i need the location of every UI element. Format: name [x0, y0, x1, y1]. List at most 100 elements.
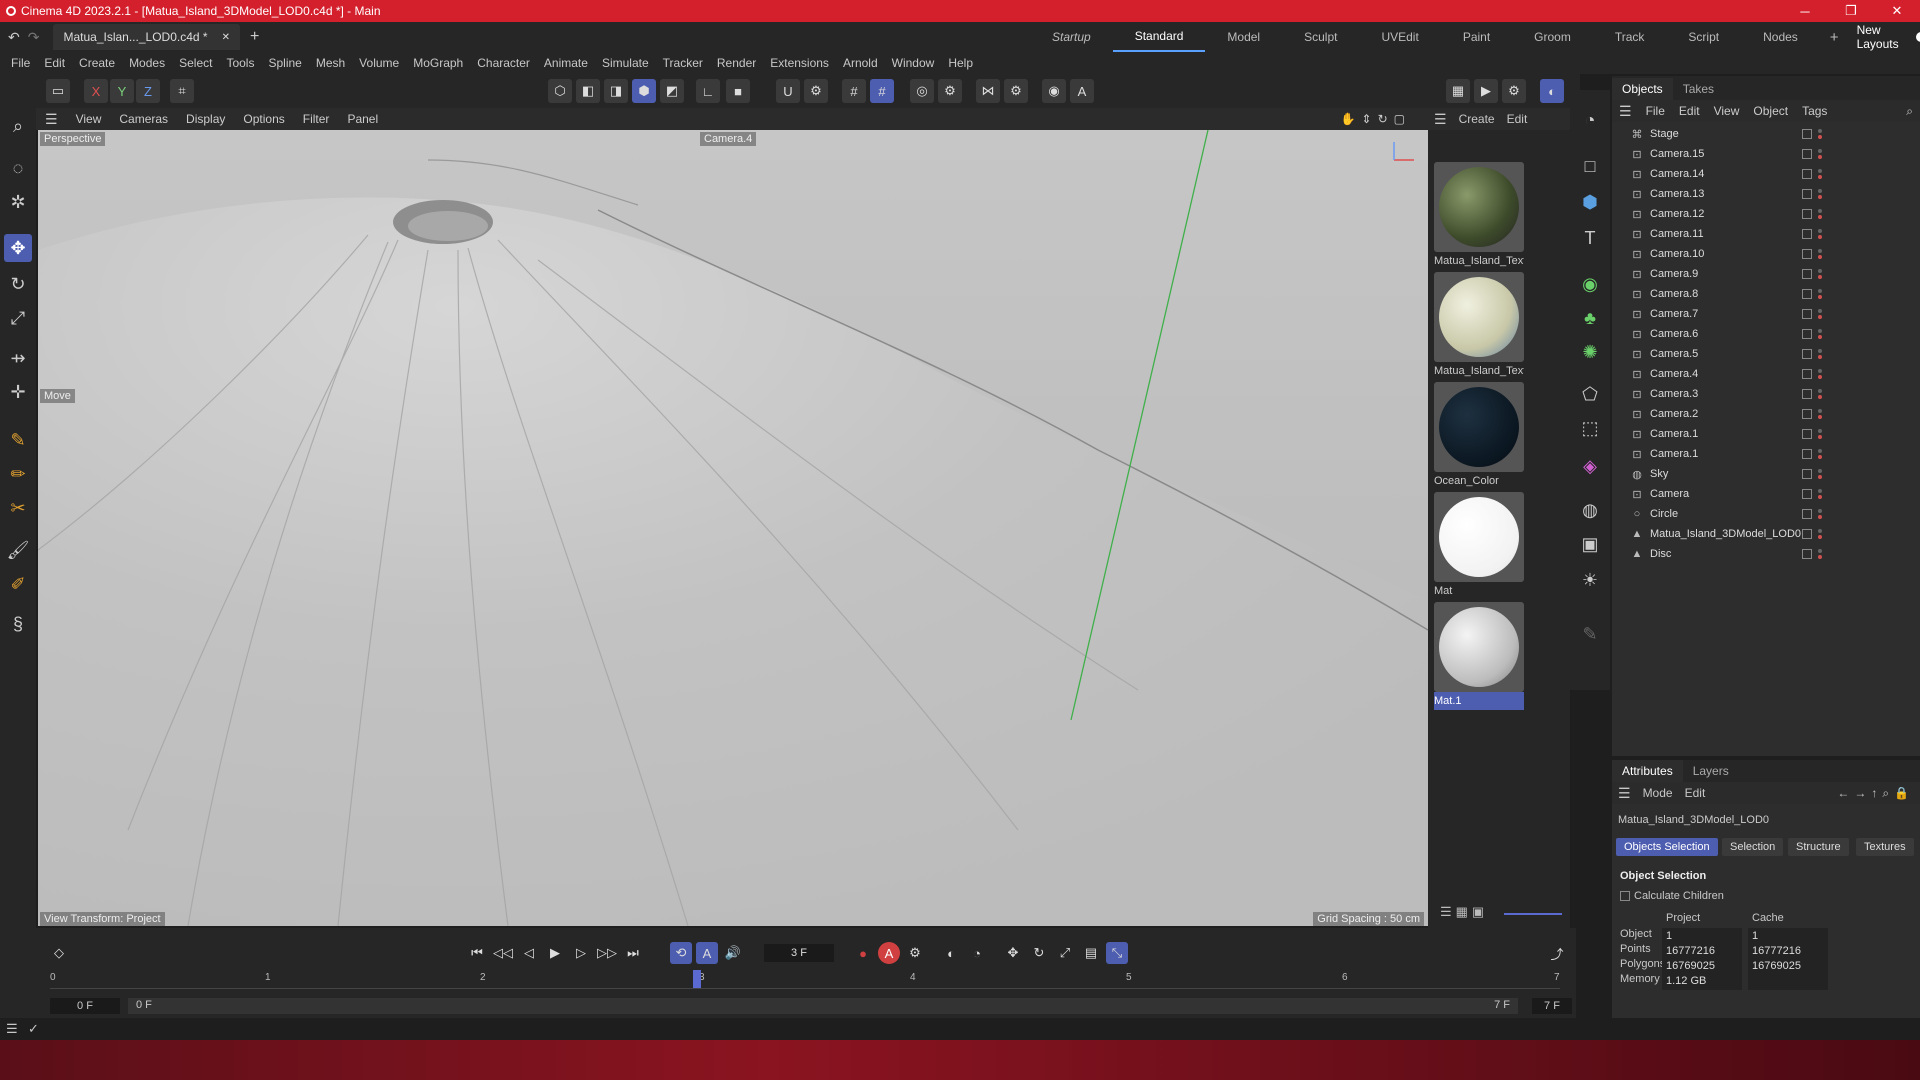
visibility-dots[interactable] [1818, 349, 1822, 359]
layer-checkbox[interactable] [1802, 209, 1812, 219]
render-picture-viewer-icon[interactable]: ▶ [1474, 79, 1498, 103]
brush-icon[interactable]: 🖌 [4, 536, 32, 564]
arnold-icon[interactable]: A [1070, 79, 1094, 103]
layout-tab-track[interactable]: Track [1593, 22, 1667, 52]
material-menu-icon[interactable]: ☰ [1428, 111, 1453, 128]
record-icon[interactable]: ● [852, 942, 874, 964]
viewport-camera-label[interactable]: Camera.4 [700, 132, 757, 146]
visibility-dots[interactable] [1818, 289, 1822, 299]
render-view-icon[interactable]: ▦ [1446, 79, 1470, 103]
axis-z-button[interactable]: Z [136, 79, 160, 103]
layer-checkbox[interactable] [1802, 169, 1812, 179]
knife-icon[interactable]: ✂ [4, 494, 32, 522]
material-menu-create[interactable]: Create [1453, 112, 1501, 126]
go-to-end-icon[interactable]: ⏭ [622, 942, 644, 964]
layout-tab-uvedit[interactable]: UVEdit [1359, 22, 1440, 52]
grid-icon[interactable]: # [842, 79, 866, 103]
menu-mograph[interactable]: MoGraph [406, 56, 470, 70]
coordinate-system-icon[interactable]: ⌗ [170, 79, 194, 103]
visibility-dots[interactable] [1818, 469, 1822, 479]
move-icon[interactable]: ✥ [4, 234, 32, 262]
object-row[interactable]: ⊡ Camera.15 [1612, 144, 1920, 164]
menu-extensions[interactable]: Extensions [763, 56, 836, 70]
object-row[interactable]: ⊡ Camera.8 [1612, 284, 1920, 304]
live-select-icon[interactable]: ✲ [4, 188, 32, 216]
viewport-menu-filter[interactable]: Filter [294, 112, 339, 126]
layer-checkbox[interactable] [1802, 469, 1812, 479]
layer-checkbox[interactable] [1802, 349, 1812, 359]
attribute-menu-edit[interactable]: Edit [1679, 786, 1712, 800]
position-key-icon[interactable]: ✥ [1002, 942, 1024, 964]
object-flags[interactable] [1802, 149, 1822, 159]
viewport-menu-options[interactable]: Options [234, 112, 293, 126]
object-row[interactable]: ⊡ Camera.3 [1612, 384, 1920, 404]
render-region-icon[interactable]: ◎ [910, 79, 934, 103]
prev-key-icon[interactable]: ◁◁ [492, 942, 514, 964]
visibility-dots[interactable] [1818, 309, 1822, 319]
object-flags[interactable] [1802, 389, 1822, 399]
layer-checkbox[interactable] [1802, 309, 1812, 319]
visibility-dots[interactable] [1818, 449, 1822, 459]
motion-record-icon[interactable]: ◔ [966, 942, 988, 964]
material-item[interactable]: Matua_Island_Text [1434, 272, 1524, 380]
end-frame-field[interactable]: 7 F [1532, 998, 1572, 1014]
object-row[interactable]: ⊡ Camera.1 [1612, 444, 1920, 464]
menu-select[interactable]: Select [172, 56, 219, 70]
key-settings-icon[interactable]: ⚙ [904, 942, 926, 964]
layer-checkbox[interactable] [1802, 549, 1812, 559]
undo-icon[interactable]: ↶ [8, 29, 20, 46]
visibility-dots[interactable] [1818, 149, 1822, 159]
viewport[interactable]: Perspective Camera.4 Move View Transform… [38, 130, 1428, 926]
workplane-icon[interactable]: ∟ [696, 79, 720, 103]
spline-sketch-icon[interactable]: ✏ [4, 460, 32, 488]
effector-icon[interactable]: ✺ [1576, 338, 1604, 366]
object-row[interactable]: ⊡ Camera.11 [1612, 224, 1920, 244]
menu-modes[interactable]: Modes [122, 56, 172, 70]
points-mode-icon[interactable]: ⬡ [548, 79, 572, 103]
paint-icon[interactable]: ✐ [4, 570, 32, 598]
layer-checkbox[interactable] [1802, 449, 1812, 459]
redo-icon[interactable]: ↷ [28, 29, 40, 46]
visibility-dots[interactable] [1818, 189, 1822, 199]
menu-mesh[interactable]: Mesh [309, 56, 352, 70]
material-item[interactable]: Mat.1 [1434, 602, 1524, 710]
sound-icon[interactable]: 🔊 [722, 942, 744, 964]
layer-checkbox[interactable] [1802, 269, 1812, 279]
search-icon[interactable]: ⌕ [4, 112, 32, 140]
object-row[interactable]: ⊡ Camera.9 [1612, 264, 1920, 284]
object-flags[interactable] [1802, 369, 1822, 379]
object-flags[interactable] [1802, 169, 1822, 179]
object-flags[interactable] [1802, 129, 1822, 139]
axis-y-button[interactable]: Y [110, 79, 134, 103]
layer-checkbox[interactable] [1802, 369, 1812, 379]
menu-create[interactable]: Create [72, 56, 122, 70]
object-row[interactable]: ⊡ Camera.4 [1612, 364, 1920, 384]
range-bar[interactable]: 0 F 7 F [128, 998, 1518, 1014]
object-menu-icon[interactable]: ☰ [1612, 103, 1639, 120]
render-settings-panel-icon[interactable]: ⚙ [1502, 79, 1526, 103]
layer-checkbox[interactable] [1802, 429, 1812, 439]
visibility-dots[interactable] [1818, 489, 1822, 499]
layer-checkbox[interactable] [1802, 149, 1812, 159]
light-icon[interactable]: ☀ [1576, 566, 1604, 594]
material-item[interactable]: Ocean_Color [1434, 382, 1524, 490]
object-row[interactable]: ▲ Matua_Island_3DModel_LOD0 [1612, 524, 1920, 544]
restore-button[interactable]: ❐ [1828, 0, 1874, 22]
menu-tracker[interactable]: Tracker [656, 56, 710, 70]
visibility-dots[interactable] [1818, 409, 1822, 419]
edit-icon[interactable]: ✎ [1576, 620, 1604, 648]
lock-icon[interactable]: ◉ [1042, 79, 1066, 103]
viewport-menu-panel[interactable]: Panel [338, 112, 387, 126]
object-flags[interactable] [1802, 289, 1822, 299]
tab-attributes[interactable]: Attributes [1612, 760, 1683, 782]
attribute-menu-icon[interactable]: ☰ [1612, 785, 1637, 802]
timeline-graph-icon[interactable]: ⤴ [1546, 942, 1568, 964]
command-palette-icon[interactable]: ▭ [46, 79, 70, 103]
symmetry-icon[interactable]: ⋈ [976, 79, 1000, 103]
object-flags[interactable] [1802, 329, 1822, 339]
layer-checkbox[interactable] [1802, 489, 1812, 499]
object-row[interactable]: ⊡ Camera.13 [1612, 184, 1920, 204]
viewport-menu-display[interactable]: Display [177, 112, 234, 126]
document-tab[interactable]: Matua_Islan..._LOD0.c4d * ✕ [53, 24, 240, 50]
visibility-dots[interactable] [1818, 169, 1822, 179]
